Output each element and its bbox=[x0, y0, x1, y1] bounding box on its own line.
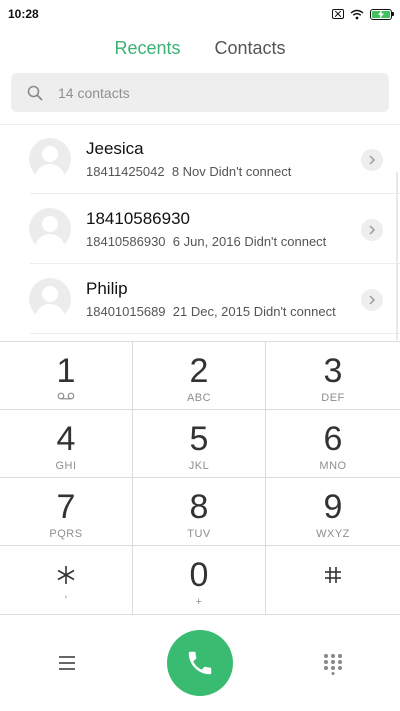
dial-key-3[interactable]: 3 DEF bbox=[266, 342, 400, 410]
dial-key-8[interactable]: 8 TUV bbox=[133, 478, 266, 546]
key-letters: TUV bbox=[187, 528, 211, 540]
call-info: 18411425042 8 Nov Didn't connect bbox=[86, 163, 400, 180]
key-letters: GHI bbox=[55, 460, 77, 472]
chevron-right-icon bbox=[369, 295, 376, 305]
details-button[interactable] bbox=[361, 149, 383, 171]
call-info: 18410586930 6 Jun, 2016 Didn't connect bbox=[86, 233, 400, 250]
key-digit: 5 bbox=[189, 420, 209, 458]
key-letters: PQRS bbox=[49, 528, 83, 540]
dial-key-1[interactable]: 1 bbox=[0, 342, 133, 410]
dial-key-4[interactable]: 4 GHI bbox=[0, 410, 133, 478]
wifi-icon bbox=[350, 9, 364, 19]
charging-bolt-icon bbox=[378, 9, 384, 19]
search-bar[interactable] bbox=[11, 73, 389, 112]
asterisk-icon bbox=[57, 566, 75, 584]
call-number: 18411425042 bbox=[86, 164, 165, 179]
call-detail: 6 Jun, 2016 Didn't connect bbox=[172, 234, 327, 249]
bottom-bar bbox=[0, 615, 400, 711]
dial-key-6[interactable]: 6 MNO bbox=[266, 410, 400, 478]
call-button[interactable] bbox=[167, 630, 233, 696]
key-digit: 2 bbox=[189, 352, 209, 390]
tab-recents[interactable]: Recents bbox=[114, 38, 180, 59]
contact-name: 18410586930 bbox=[86, 209, 191, 228]
menu-icon[interactable] bbox=[57, 654, 77, 672]
avatar bbox=[29, 138, 71, 180]
key-letters: JKL bbox=[188, 460, 210, 472]
hash-icon bbox=[325, 567, 341, 583]
call-detail: 21 Dec, 2015 Didn't connect bbox=[172, 304, 336, 319]
search-input[interactable] bbox=[56, 83, 360, 102]
contact-name: Philip bbox=[86, 279, 128, 298]
status-bar: 10:28 bbox=[0, 0, 400, 28]
tab-contacts[interactable]: Contacts bbox=[215, 38, 286, 59]
dial-key-0[interactable]: 0 + bbox=[133, 546, 266, 615]
dial-key-star[interactable]: , bbox=[0, 546, 133, 615]
key-digit: 1 bbox=[56, 352, 76, 390]
search-icon bbox=[27, 85, 43, 100]
dialpad-grid-icon[interactable] bbox=[322, 653, 344, 675]
list-item[interactable]: Philip 18401015689 21 Dec, 2015 Didn't c… bbox=[0, 264, 400, 334]
battery-icon bbox=[370, 8, 394, 20]
list-item[interactable]: Jeesica 18411425042 8 Nov Didn't connect bbox=[0, 124, 400, 194]
list-item[interactable]: 18410586930 18410586930 6 Jun, 2016 Didn… bbox=[0, 194, 400, 264]
voicemail-icon bbox=[57, 392, 75, 400]
dial-key-9[interactable]: 9 WXYZ bbox=[266, 478, 400, 546]
dial-key-7[interactable]: 7 PQRS bbox=[0, 478, 133, 546]
dial-key-5[interactable]: 5 JKL bbox=[133, 410, 266, 478]
key-digit: 3 bbox=[323, 352, 343, 390]
dial-key-2[interactable]: 2 ABC bbox=[133, 342, 266, 410]
key-digit: 6 bbox=[323, 420, 343, 458]
dialpad: 1 2 ABC 3 DEF 4 GHI 5 JKL 6 MNO 7 PQRS 8… bbox=[0, 341, 400, 615]
status-icons bbox=[332, 8, 394, 20]
key-letters: ABC bbox=[186, 392, 212, 404]
key-digit: 4 bbox=[56, 420, 76, 458]
chevron-right-icon bbox=[369, 155, 376, 165]
phone-dialer-screen: 10:28 Recents Contacts 14 contacts Jeesi… bbox=[0, 0, 400, 711]
chevron-right-icon bbox=[369, 225, 376, 235]
call-number: 18410586930 bbox=[86, 234, 166, 249]
status-time: 10:28 bbox=[8, 7, 39, 21]
key-letters: WXYZ bbox=[316, 528, 350, 540]
key-letters: DEF bbox=[321, 392, 345, 404]
key-digit: 8 bbox=[189, 488, 209, 526]
key-digit: 7 bbox=[56, 488, 76, 526]
key-digit: 9 bbox=[323, 488, 343, 526]
key-letters: + bbox=[195, 596, 203, 608]
key-digit: 0 bbox=[189, 556, 209, 594]
key-letters: , bbox=[64, 588, 68, 600]
call-info: 18401015689 21 Dec, 2015 Didn't connect bbox=[86, 303, 400, 320]
contact-name: Jeesica bbox=[86, 139, 144, 158]
no-sim-icon bbox=[332, 9, 344, 19]
call-number: 18401015689 bbox=[86, 304, 166, 319]
recents-list[interactable]: Jeesica 18411425042 8 Nov Didn't connect… bbox=[0, 124, 400, 340]
dial-key-hash[interactable] bbox=[266, 546, 400, 615]
tab-bar: Recents Contacts bbox=[0, 38, 400, 59]
details-button[interactable] bbox=[361, 219, 383, 241]
key-letters: MNO bbox=[319, 460, 347, 472]
avatar bbox=[29, 278, 71, 320]
avatar bbox=[29, 208, 71, 250]
scrollbar[interactable] bbox=[396, 172, 398, 340]
details-button[interactable] bbox=[361, 289, 383, 311]
phone-icon bbox=[188, 651, 212, 675]
call-detail: 8 Nov Didn't connect bbox=[171, 164, 292, 179]
